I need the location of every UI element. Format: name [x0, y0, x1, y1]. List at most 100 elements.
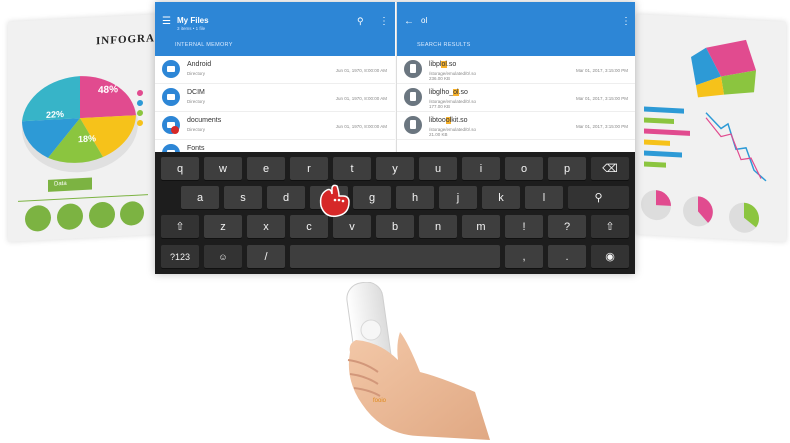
file-date: Jun 01, 1970, 8:00:00 AM	[335, 124, 387, 129]
list-item[interactable]: documents Directory Jun 01, 1970, 8:00:0…	[155, 112, 395, 140]
key-r[interactable]: r	[290, 157, 328, 180]
files-app-bar: ☰ My Files 3 items • 1 file ⚲ ⋮	[155, 2, 395, 42]
key-p[interactable]: p	[548, 157, 586, 180]
right-infographic-panel	[636, 14, 786, 242]
file-icon	[404, 60, 422, 78]
pie-label-18: 18%	[78, 133, 97, 145]
tv-screen: ☰ My Files 3 items • 1 file ⚲ ⋮ INTERNAL…	[155, 2, 635, 274]
key-w[interactable]: w	[204, 157, 242, 180]
list-item[interactable]: DCIM Directory Jun 01, 1970, 8:00:00 AM	[155, 84, 395, 112]
file-name: Fonts	[187, 145, 205, 152]
key-q[interactable]: q	[161, 157, 199, 180]
search-key[interactable]: ⚲	[568, 186, 629, 209]
file-icon	[404, 116, 422, 134]
list-item[interactable]: libtooolkit.so /storage/emulated/0/.so 2…	[397, 112, 635, 140]
key-k[interactable]: k	[482, 186, 520, 209]
shift-icon: ⇧	[175, 221, 185, 233]
file-meta: Directory	[187, 127, 206, 132]
list-item[interactable]: libplol.so /storage/emulated/0/.so 236.0…	[397, 56, 635, 84]
key-y[interactable]: y	[376, 157, 414, 180]
key-t[interactable]: t	[333, 157, 371, 180]
search-icon[interactable]: ⚲	[357, 16, 364, 27]
key-z[interactable]: z	[204, 215, 242, 238]
search-pane: ← ol ⋮ SEARCH RESULTS libplol.so /storag…	[396, 2, 635, 152]
backspace-icon: ⌫	[602, 163, 618, 175]
menu-icon[interactable]: ☰	[162, 16, 171, 27]
more-options-icon[interactable]: ⋮	[621, 16, 631, 27]
on-screen-keyboard: q w e r t y u i o p ⌫ a s d f g h j k l …	[155, 152, 635, 274]
result-date: Mar 01, 2017, 3:15:00 PM	[575, 68, 628, 73]
search-icon: ⚲	[594, 192, 603, 204]
backspace-key[interactable]: ⌫	[591, 157, 629, 180]
search-query[interactable]: ol	[421, 16, 427, 25]
key-b[interactable]: b	[376, 215, 414, 238]
key-i[interactable]: i	[462, 157, 500, 180]
file-date: Jun 01, 1970, 8:00:00 AM	[335, 96, 387, 101]
badge-icon	[171, 126, 179, 134]
result-name: libplol.so	[429, 61, 457, 68]
files-subtitle: 3 items • 1 file	[177, 26, 206, 31]
file-name: DCIM	[187, 89, 205, 96]
key-question[interactable]: ?	[548, 215, 586, 238]
key-n[interactable]: n	[419, 215, 457, 238]
space-bar[interactable]	[290, 245, 500, 268]
folder-icon	[162, 88, 180, 106]
remote-brand-logo: fooio	[373, 398, 387, 404]
shift-key-right[interactable]: ⇧	[591, 215, 629, 238]
file-meta: Directory	[187, 99, 206, 104]
internal-memory-header: INTERNAL MEMORY	[155, 42, 395, 56]
key-l[interactable]: l	[525, 186, 563, 209]
shift-key-left[interactable]: ⇧	[161, 215, 199, 238]
data-box-label: Data	[54, 180, 67, 188]
key-slash[interactable]: /	[247, 245, 285, 268]
key-u[interactable]: u	[419, 157, 457, 180]
hand-holding-remote	[346, 282, 490, 440]
pie-label-22: 22%	[46, 108, 65, 120]
list-item[interactable]: Android Directory Jun 01, 1970, 8:00:00 …	[155, 56, 395, 84]
key-exclamation[interactable]: !	[505, 215, 543, 238]
shift-icon: ⇧	[605, 221, 615, 233]
file-name: Android	[187, 61, 212, 68]
key-s[interactable]: s	[224, 186, 262, 209]
emoji-icon: ☺	[218, 251, 228, 262]
left-infographic-panel: INFOGRAPHIC 48% 22% 18% Data	[8, 14, 158, 242]
file-name: documents	[187, 117, 222, 124]
pointer-hand-icon	[319, 184, 350, 218]
folder-icon	[162, 60, 180, 78]
key-j[interactable]: j	[439, 186, 477, 209]
key-period[interactable]: .	[548, 245, 586, 268]
result-name: libtooolkit.so	[429, 117, 468, 124]
key-o[interactable]: o	[505, 157, 543, 180]
key-h[interactable]: h	[396, 186, 434, 209]
result-date: Mar 01, 2017, 3:15:00 PM	[575, 124, 628, 129]
result-size: 236.00 KB	[429, 76, 451, 81]
right-infographic-graphics	[641, 39, 767, 233]
infographic-graphics	[18, 76, 148, 232]
key-g[interactable]: g	[353, 186, 391, 209]
result-name: libglho_ol.so	[429, 89, 468, 96]
result-size: 177.00 KB	[429, 104, 451, 109]
more-options-icon[interactable]: ⋮	[379, 16, 389, 27]
key-e[interactable]: e	[247, 157, 285, 180]
key-m[interactable]: m	[462, 215, 500, 238]
key-comma[interactable]: ,	[505, 245, 543, 268]
key-x[interactable]: x	[247, 215, 285, 238]
file-icon	[404, 88, 422, 106]
search-results-header: SEARCH RESULTS	[397, 42, 635, 56]
pie-label-48: 48%	[98, 84, 119, 97]
voice-key[interactable]: ◉	[591, 245, 629, 268]
file-meta: Directory	[187, 71, 206, 76]
symbols-key[interactable]: ?123	[161, 245, 199, 268]
files-pane: ☰ My Files 3 items • 1 file ⚲ ⋮ INTERNAL…	[155, 2, 395, 168]
file-date: Jun 01, 1970, 8:00:00 AM	[335, 68, 387, 73]
key-d[interactable]: d	[267, 186, 305, 209]
microphone-icon: ◉	[605, 251, 615, 263]
list-item[interactable]: libglho_ol.so /storage/emulated/0/.so 17…	[397, 84, 635, 112]
result-size: 21.00 KB	[429, 132, 448, 137]
back-arrow-icon[interactable]: ←	[404, 16, 414, 27]
result-date: Mar 01, 2017, 3:15:00 PM	[575, 96, 628, 101]
key-a[interactable]: a	[181, 186, 219, 209]
emoji-key[interactable]: ☺	[204, 245, 242, 268]
files-title: My Files	[177, 16, 209, 25]
search-app-bar: ← ol ⋮	[397, 2, 635, 42]
